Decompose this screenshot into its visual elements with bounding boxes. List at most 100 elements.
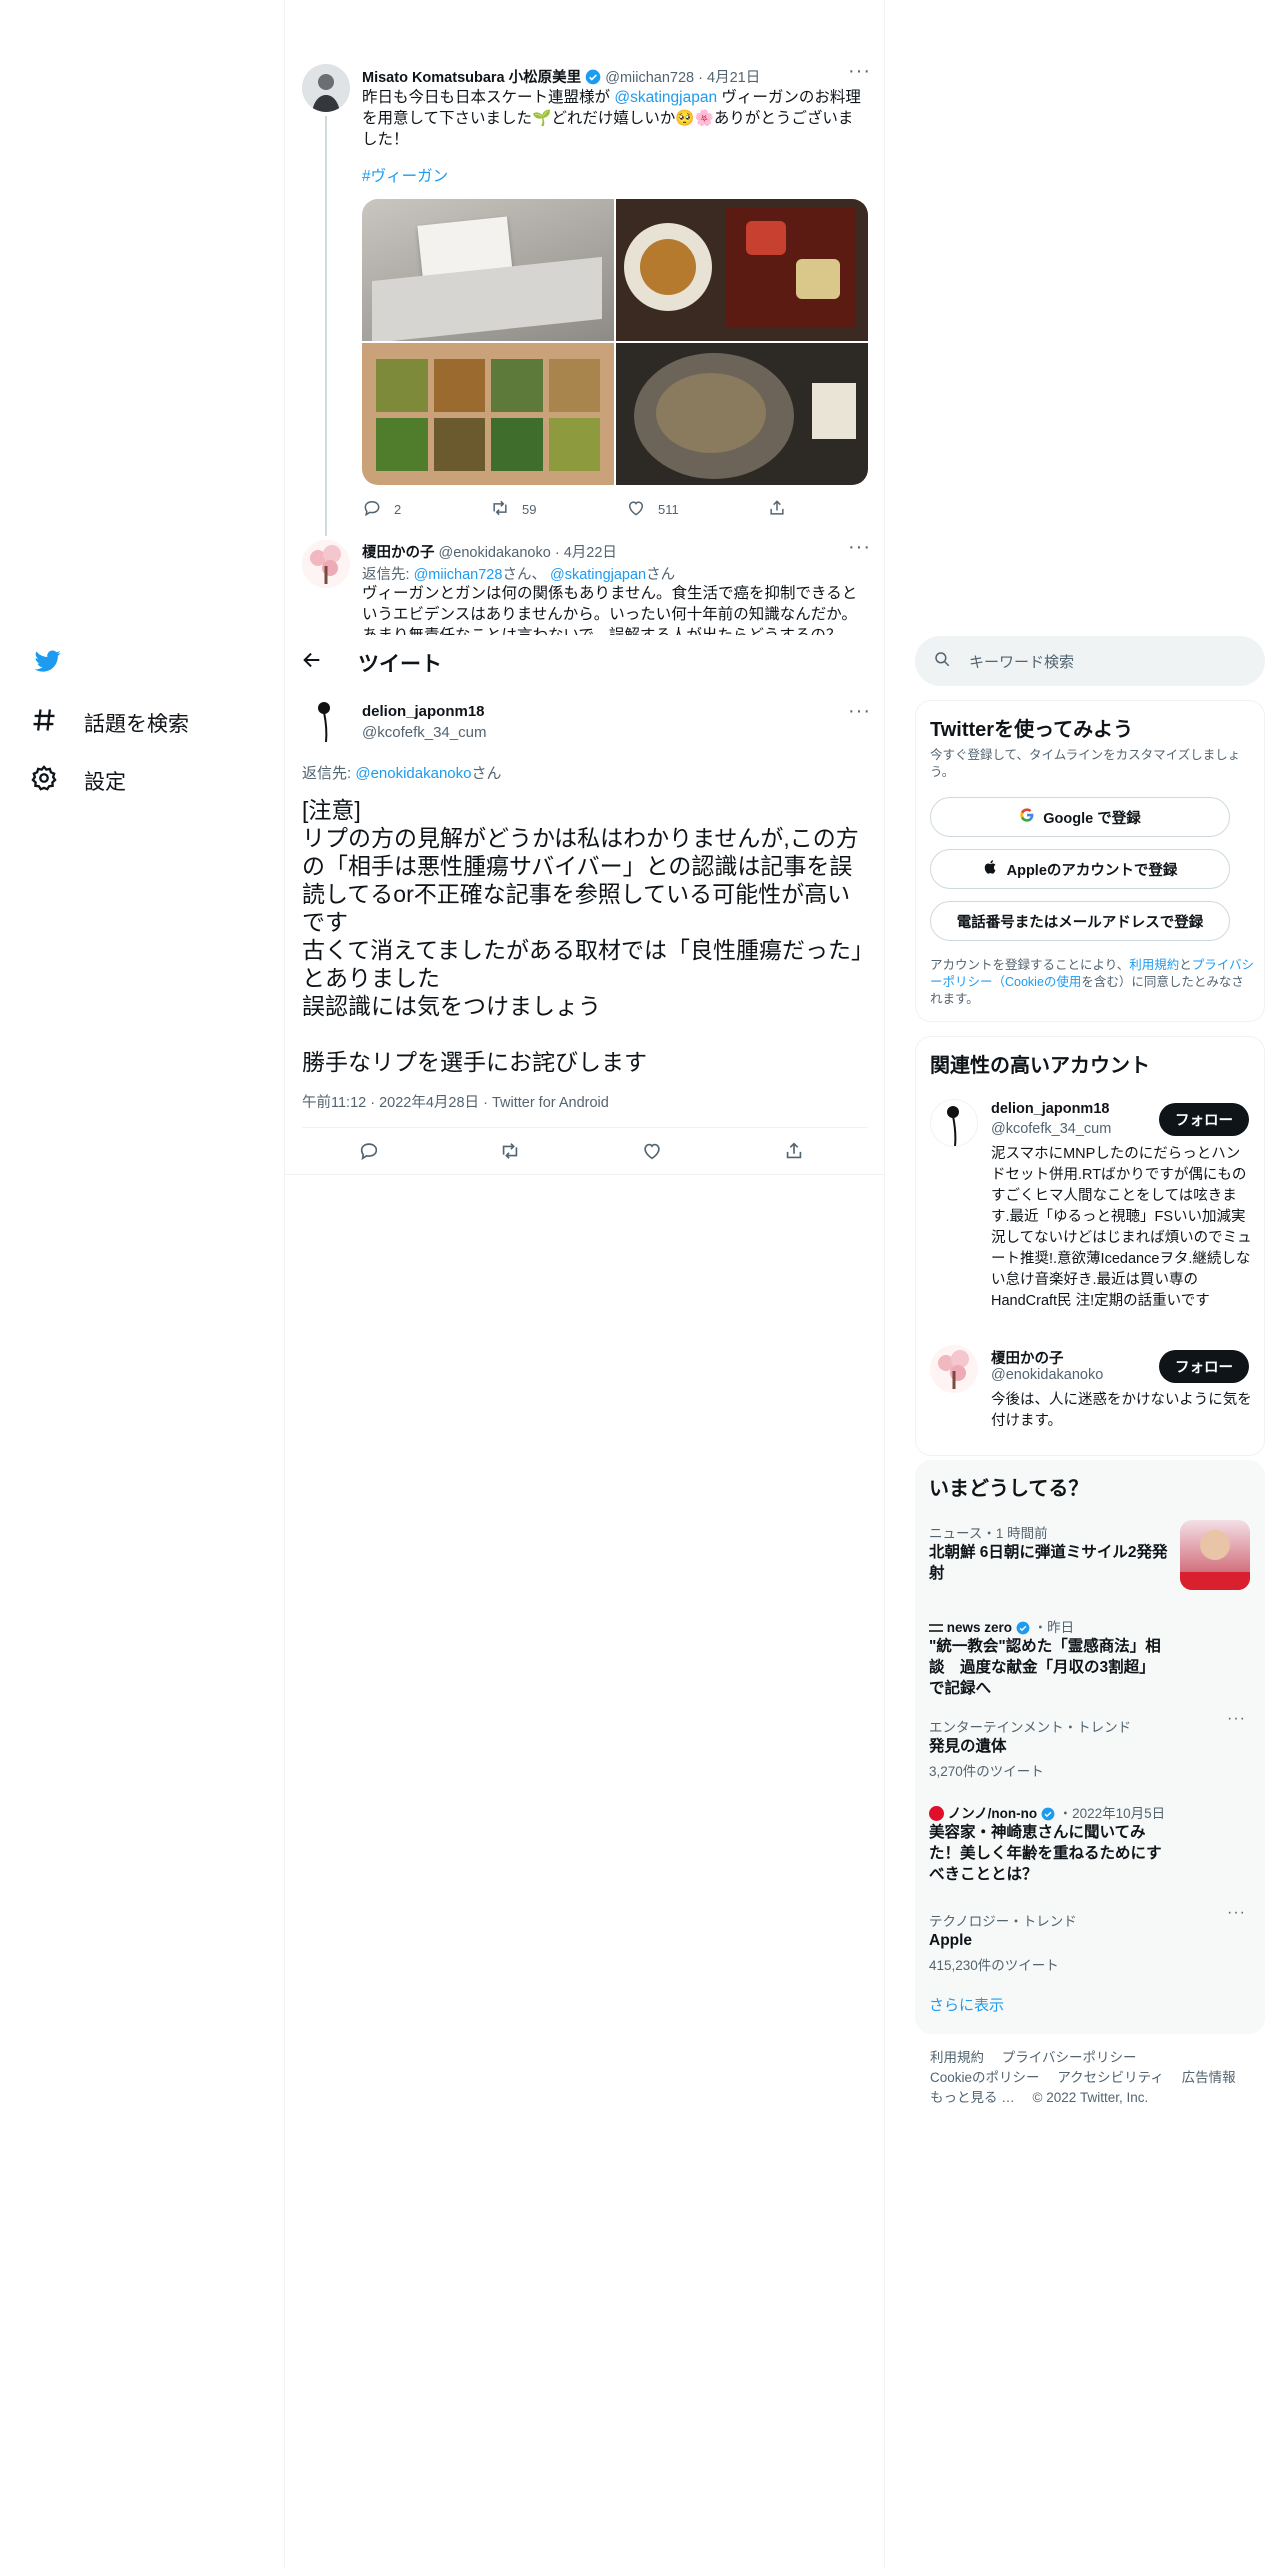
more-icon[interactable]: ··· xyxy=(848,700,871,723)
trend-item[interactable]: ノンノ/non-no ・2022年10月5日 美容家・神崎恵さんに聞いてみた！美… xyxy=(915,1796,1265,1892)
terms-link[interactable]: 利用規約 xyxy=(1129,958,1179,972)
account-handle[interactable]: @enokidakanoko xyxy=(991,1367,1103,1383)
tweet-header: 榎田かの子 @enokidakanoko · 4月22日 xyxy=(362,545,617,561)
footer-link[interactable]: 広告情報 xyxy=(1182,2070,1236,2085)
search-box[interactable]: キーワード検索 xyxy=(915,636,1265,686)
author-handle[interactable]: @miichan728 xyxy=(605,70,694,86)
related-title: 関連性の高いアカウント xyxy=(930,1055,1150,1077)
trend-item[interactable]: テクノロジー・トレンド ··· Apple 415,230件のツイート xyxy=(915,1904,1265,1980)
footer-link[interactable]: プライバシーポリシー xyxy=(1002,2050,1137,2065)
follow-button[interactable]: フォロー xyxy=(1159,1350,1249,1383)
like-button[interactable]: 511 xyxy=(626,498,679,521)
twitter-logo-icon[interactable] xyxy=(33,648,63,674)
author-name[interactable]: 榎田かの子 xyxy=(362,545,435,561)
more-icon[interactable]: ··· xyxy=(1227,1710,1246,1728)
avatar[interactable] xyxy=(930,1099,978,1147)
reply-icon xyxy=(362,498,382,521)
account-bio: 今後は、人に迷惑をかけないように気を付けます。 xyxy=(991,1392,1252,1429)
mention-link[interactable]: @miichan728 xyxy=(414,567,503,583)
follow-button[interactable]: フォロー xyxy=(1159,1103,1249,1136)
photo-bento-box[interactable] xyxy=(362,343,614,485)
copyright: © 2022 Twitter, Inc. xyxy=(1032,2090,1149,2105)
heart-icon xyxy=(626,498,646,521)
tweet-source[interactable]: Twitter for Android xyxy=(492,1095,609,1111)
share-button[interactable] xyxy=(767,498,787,521)
avatar[interactable] xyxy=(302,540,350,588)
avatar[interactable] xyxy=(302,64,350,112)
hashtag-icon xyxy=(30,706,58,740)
tweet-line xyxy=(302,1020,872,1048)
tweet-line: [注意] xyxy=(302,797,361,823)
tweet-line: 誤認識には気をつけましょう xyxy=(302,993,601,1019)
verified-icon xyxy=(585,69,601,89)
share-icon[interactable] xyxy=(783,1140,805,1167)
more-icon[interactable]: ··· xyxy=(848,536,871,559)
author-handle[interactable]: @enokidakanoko xyxy=(439,545,551,561)
divider xyxy=(285,1174,884,1175)
account-name[interactable]: 榎田かの子 xyxy=(991,1347,1064,1368)
trend-item[interactable]: ニュース・1 時間前 北朝鮮 6日朝に弾道ミサイル2発発射 xyxy=(915,1516,1265,1600)
retweet-button[interactable]: 59 xyxy=(490,498,536,521)
trends-title: いまどうしてる？ xyxy=(929,1478,1089,1500)
heart-icon[interactable] xyxy=(641,1140,663,1167)
google-icon xyxy=(1019,807,1035,827)
nonno-logo-icon xyxy=(929,1806,944,1821)
mention-link[interactable]: @enokidakanoko xyxy=(355,765,471,782)
photo-grid xyxy=(362,199,868,485)
account-bio: 泥スマホにMNPしたのにだらっとハンドセット併用.RTばかりですが偶にものすごく… xyxy=(991,1146,1252,1309)
footer-link[interactable]: Cookieのポリシー xyxy=(930,2070,1040,2085)
replying-to: 返信先: @enokidakanokoさん xyxy=(302,765,502,782)
footer: 利用規約 プライバシーポリシー Cookieのポリシー アクセシビリティ 広告情… xyxy=(930,2048,1260,2108)
footer-more-link[interactable]: もっと見る … xyxy=(930,2090,1015,2105)
page-title: ツイート xyxy=(358,653,442,676)
account-handle[interactable]: @kcofefk_34_cum xyxy=(991,1121,1111,1137)
news-zero-logo-icon xyxy=(929,1624,943,1633)
back-arrow-icon[interactable] xyxy=(301,649,323,676)
trend-item[interactable]: news zero ・昨日 "統一教会"認めた「霊感商法」相談 過度な献金「月収… xyxy=(915,1610,1265,1697)
signup-panel: Twitterを使ってみよう 今すぐ登録して、タイムラインをカスタマイズしましょ… xyxy=(915,700,1265,1022)
mention-link[interactable]: @skatingjapan xyxy=(550,567,646,583)
mention-link[interactable]: @skatingjapan xyxy=(614,89,717,106)
footer-link[interactable]: アクセシビリティ xyxy=(1057,2070,1164,2085)
nav-explore[interactable]: 話題を検索 xyxy=(30,706,189,740)
reply-button[interactable]: 2 xyxy=(362,498,401,521)
account-name[interactable]: delion_japonm18 xyxy=(991,1101,1109,1117)
tweet-actions xyxy=(302,1128,868,1174)
reply-icon[interactable] xyxy=(358,1140,380,1167)
hashtag-link[interactable]: #ヴィーガン xyxy=(362,166,448,187)
google-signup-button[interactable]: Google で登録 xyxy=(930,797,1230,837)
tweet-text: ヴィーガンとガンは何の関係もありません。食生活で癌を抑制できるというエビデンスは… xyxy=(362,585,858,635)
nav-settings[interactable]: 設定 xyxy=(30,764,126,798)
avatar[interactable] xyxy=(302,696,350,744)
trend-thumbnail xyxy=(1180,1520,1250,1590)
trend-item[interactable]: エンターテインメント・トレンド ··· 発見の遺体 3,270件のツイート xyxy=(915,1710,1265,1786)
tweet-line: リプの方の見解がどうかは私はわかりませんが,この方の「相手は悪性腫瘍サバイバー」… xyxy=(302,825,859,935)
tweet-date[interactable]: 4月22日 xyxy=(564,545,617,561)
phone-email-signup-button[interactable]: 電話番号またはメールアドレスで登録 xyxy=(930,901,1230,941)
footer-link[interactable]: 利用規約 xyxy=(930,2050,984,2065)
author-name[interactable]: Misato Komatsubara 小松原美里 xyxy=(362,70,581,86)
retweet-icon[interactable] xyxy=(499,1140,521,1167)
signup-title: Twitterを使ってみよう xyxy=(930,719,1134,741)
tweet-timestamp: 午前11:12 · 2022年4月28日 · Twitter for Andro… xyxy=(302,1095,609,1111)
nav-explore-label: 話題を検索 xyxy=(84,713,189,736)
show-more-link[interactable]: さらに表示 xyxy=(929,1994,1004,2015)
trends-panel: いまどうしてる？ ニュース・1 時間前 北朝鮮 6日朝に弾道ミサイル2発発射 n… xyxy=(915,1460,1265,2034)
photo-soup[interactable] xyxy=(616,199,868,341)
search-input[interactable]: キーワード検索 xyxy=(969,651,1074,672)
tweet-header: Misato Komatsubara 小松原美里 @miichan728 · 4… xyxy=(362,66,760,89)
photo-menu-card[interactable] xyxy=(362,199,614,341)
tweet-header-bar: ツイート xyxy=(285,636,884,686)
avatar[interactable] xyxy=(930,1345,978,1393)
photo-grilled-vegetables[interactable] xyxy=(616,343,868,485)
more-icon[interactable]: ··· xyxy=(1227,1904,1246,1922)
more-icon[interactable]: ··· xyxy=(848,60,871,83)
tweet-line: 古くて消えてましたがある取材では「良性腫瘍だった」とありました xyxy=(302,937,863,991)
author-handle[interactable]: @kcofefk_34_cum xyxy=(362,724,486,741)
search-icon xyxy=(933,650,951,672)
tweet-date[interactable]: 4月21日 xyxy=(707,70,760,86)
author-name[interactable]: delion_japonm18 xyxy=(362,703,485,720)
apple-signup-button[interactable]: Appleのアカウントで登録 xyxy=(930,849,1230,889)
signup-subtitle: 今すぐ登録して、タイムラインをカスタマイズしましょう。 xyxy=(930,748,1241,779)
related-accounts-panel: 関連性の高いアカウント delion_japonm18 @kcofefk_34_… xyxy=(915,1036,1265,1456)
